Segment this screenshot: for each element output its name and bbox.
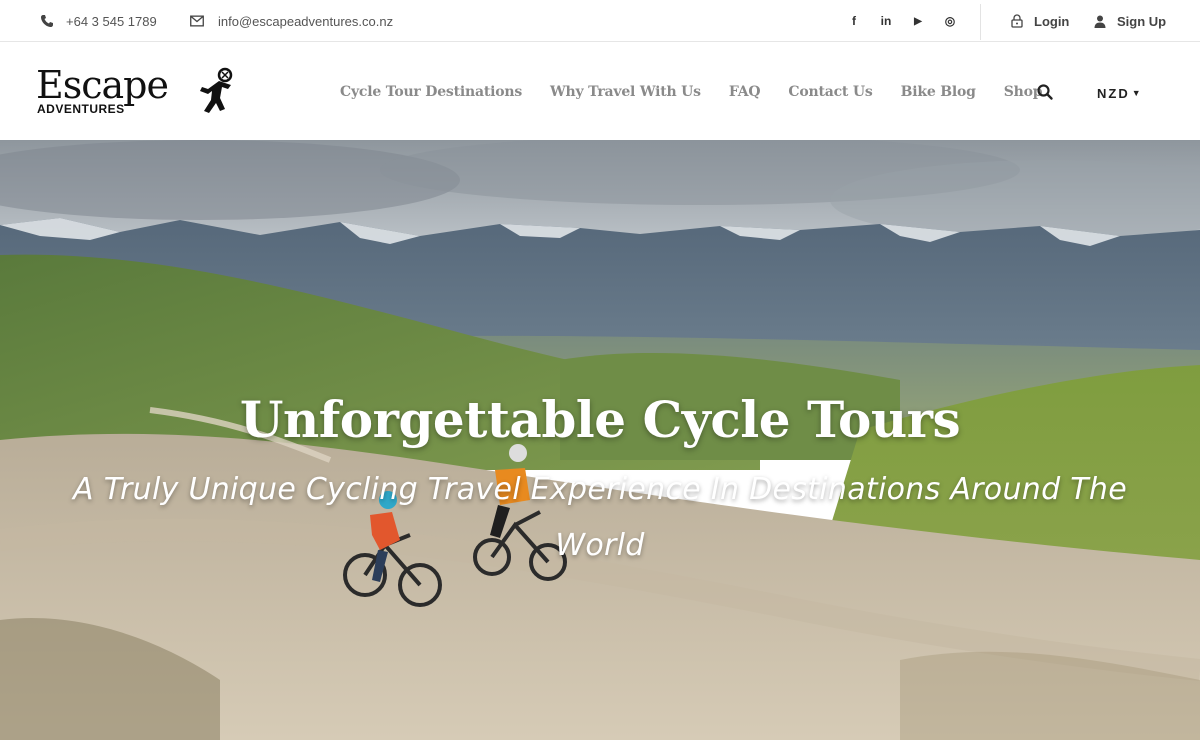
hero-tagline: A Truly Unique Cycling Travel Experience…	[73, 472, 1127, 563]
logo-wordmark: Escape	[36, 63, 169, 107]
email-address: info@escapeadventures.co.nz	[218, 13, 394, 29]
phone-icon	[40, 14, 54, 28]
logo-subtitle: ADVENTURES	[37, 102, 125, 116]
envelope-icon	[190, 14, 204, 28]
main-header: Escape ADVENTURES Cycle Tour Destination…	[0, 43, 1200, 140]
divider	[980, 4, 981, 40]
search-icon[interactable]	[1036, 83, 1054, 101]
instagram-icon[interactable]: ◎	[934, 0, 966, 42]
nav-contact-us[interactable]: Contact Us	[788, 84, 872, 100]
login-label: Login	[1034, 13, 1070, 29]
user-icon	[1093, 14, 1107, 28]
email-contact[interactable]: info@escapeadventures.co.nz	[190, 0, 393, 42]
nav-faq[interactable]: FAQ	[729, 84, 761, 100]
main-nav: Cycle Tour Destinations Why Travel With …	[340, 43, 1070, 140]
site-logo[interactable]: Escape ADVENTURES	[36, 63, 236, 117]
social-links: f in ▶ ◎	[838, 0, 966, 42]
phone-contact[interactable]: +64 3 545 1789	[40, 0, 157, 42]
facebook-icon[interactable]: f	[838, 0, 870, 42]
nav-cycle-tour-destinations[interactable]: Cycle Tour Destinations	[340, 84, 522, 100]
phone-number: +64 3 545 1789	[66, 13, 157, 29]
hero-banner: Unforgettable Cycle Tours A Truly Unique…	[0, 140, 1200, 740]
signup-link[interactable]: Sign Up	[1093, 0, 1166, 42]
currency-value: NZD	[1097, 86, 1130, 101]
chevron-down-icon: ▼	[1131, 88, 1141, 98]
login-link[interactable]: Login	[1010, 0, 1069, 42]
currency-selector[interactable]: NZD ▼	[1097, 86, 1141, 101]
nav-why-travel-with-us[interactable]: Why Travel With Us	[550, 84, 701, 100]
top-bar: +64 3 545 1789 info@escapeadventures.co.…	[0, 0, 1200, 42]
lock-icon	[1010, 14, 1024, 28]
linkedin-icon[interactable]: in	[870, 0, 902, 42]
youtube-icon[interactable]: ▶	[902, 0, 934, 42]
hero-headline: Unforgettable Cycle Tours	[239, 390, 961, 449]
nav-bike-blog[interactable]: Bike Blog	[901, 84, 976, 100]
signup-label: Sign Up	[1117, 13, 1167, 29]
cyclist-logo-icon	[200, 67, 233, 113]
